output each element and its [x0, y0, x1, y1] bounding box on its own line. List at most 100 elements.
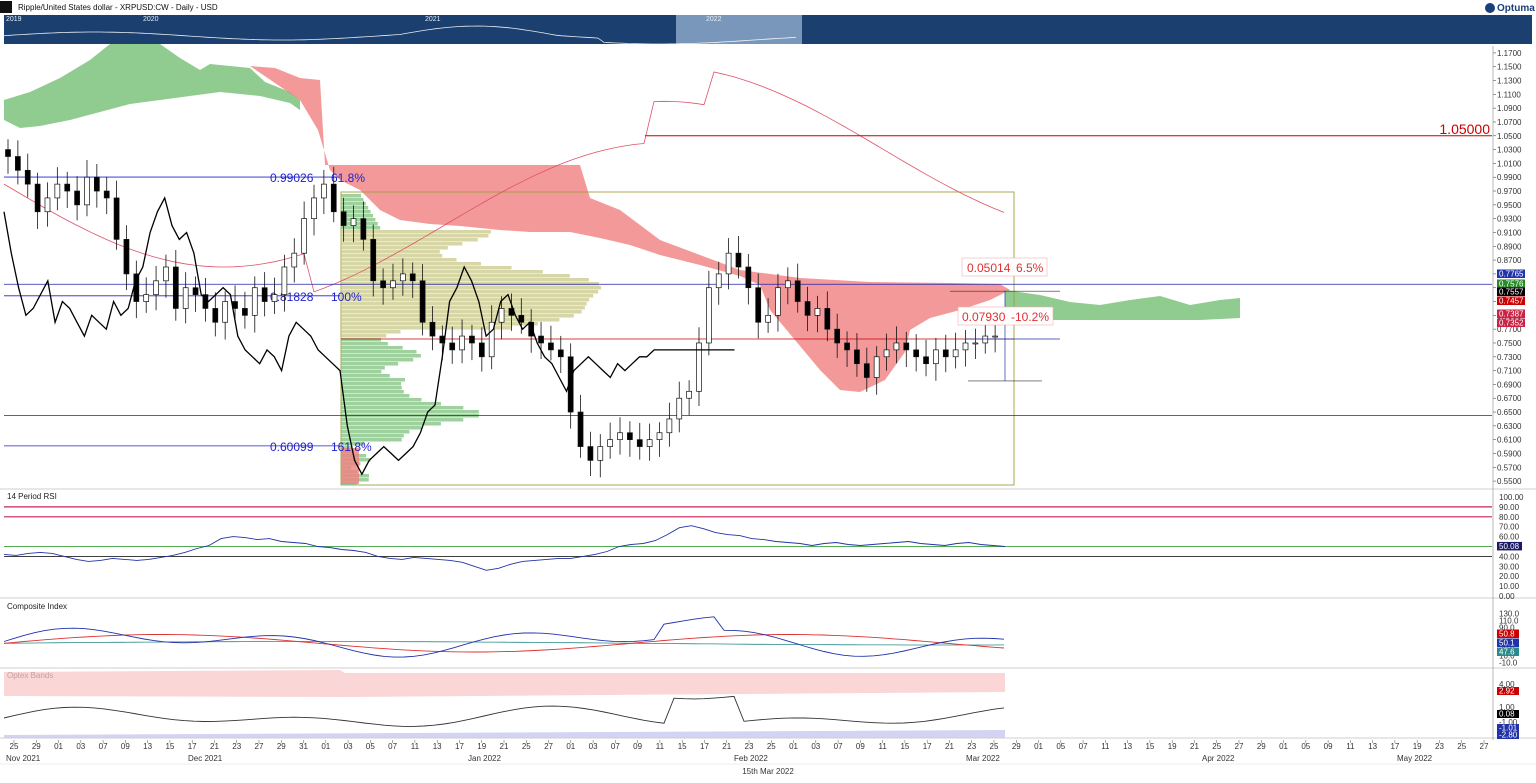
- x-tick-label: 11: [411, 742, 420, 751]
- price-tag-label: 0.7457: [1499, 297, 1524, 306]
- volume-profile-bar: [341, 346, 403, 350]
- navigator-year: 2020: [143, 16, 159, 23]
- x-tick-label: 13: [143, 742, 152, 751]
- volume-profile-bar: [341, 246, 448, 250]
- x-tick-label: 21: [210, 742, 219, 751]
- volume-profile-bar: [341, 198, 364, 202]
- candle: [656, 432, 663, 441]
- candle: [538, 335, 544, 344]
- candle: [172, 266, 179, 309]
- candle: [15, 156, 21, 171]
- x-tick-label: 05: [1301, 742, 1310, 751]
- projection-up-pct: 6.5%: [1016, 261, 1044, 275]
- volume-profile-bar: [341, 378, 406, 382]
- x-tick-label: 17: [1390, 742, 1399, 751]
- optuma-logo-icon: [1485, 3, 1495, 13]
- candle: [804, 301, 811, 316]
- month-label: Nov 2021: [6, 754, 41, 763]
- volume-profile-bar: [341, 386, 402, 390]
- chart-root: Ripple/United States dollar - XRPUSD:CW …: [0, 0, 1536, 783]
- candle: [34, 183, 41, 213]
- volume-profile-bar: [341, 318, 560, 322]
- y-tick-label: 0.9300: [1497, 215, 1522, 224]
- x-tick-label: 29: [1012, 742, 1021, 751]
- x-tick-label: 15: [1145, 742, 1154, 751]
- candle: [350, 218, 357, 226]
- volume-profile-bar: [341, 434, 404, 438]
- x-tick-label: 25: [1212, 742, 1221, 751]
- x-tick-label: 25: [522, 742, 531, 751]
- candle: [44, 197, 51, 213]
- x-tick-label: 07: [834, 742, 843, 751]
- y-tick-label: 0.6500: [1497, 408, 1522, 417]
- projection-down-label: 0.07930: [962, 310, 1006, 324]
- price-tag-label: 0.7387: [1499, 310, 1524, 319]
- y-tick-label: 0.7300: [1497, 353, 1522, 362]
- candle: [449, 342, 456, 351]
- navigator-year: 2019: [6, 16, 22, 23]
- rsi-tick-label: 30.00: [1499, 562, 1520, 571]
- y-tick-label: 0.9100: [1497, 228, 1522, 237]
- chart-canvas[interactable]: Ripple/United States dollar - XRPUSD:CW …: [0, 0, 1536, 783]
- x-tick-label: 23: [745, 742, 754, 751]
- x-tick-label: 21: [1190, 742, 1199, 751]
- volume-profile-bar: [341, 294, 594, 298]
- y-tick-label: 0.6900: [1497, 380, 1522, 389]
- x-tick-label: 27: [1480, 742, 1489, 751]
- volume-profile-bar: [341, 302, 587, 306]
- candle: [360, 218, 367, 240]
- rsi-tick-label: 80.00: [1499, 513, 1520, 522]
- candle: [330, 183, 337, 213]
- y-tick-label: 1.0700: [1497, 118, 1522, 127]
- price-tag-label: 0.7352: [1499, 319, 1524, 328]
- y-tick-label: 0.5500: [1497, 477, 1522, 486]
- x-tick-label: 31: [299, 742, 308, 751]
- y-tick-label: 0.9900: [1497, 173, 1522, 182]
- y-tick-label: 0.9500: [1497, 201, 1522, 210]
- candle: [419, 280, 426, 323]
- projection-up-label: 0.05014: [967, 261, 1011, 275]
- volume-profile-bar: [341, 282, 599, 286]
- y-tick-label: 0.7500: [1497, 339, 1522, 348]
- x-tick-label: 13: [1123, 742, 1132, 751]
- x-tick-label: 01: [1034, 742, 1043, 751]
- x-tick-label: 13: [1368, 742, 1377, 751]
- volume-profile-bar: [341, 242, 463, 246]
- candle: [745, 266, 752, 289]
- x-tick-label: 05: [1056, 742, 1065, 751]
- x-tick-label: 17: [923, 742, 932, 751]
- volume-profile-bar: [341, 418, 464, 422]
- candle: [281, 266, 288, 295]
- x-tick-label: 01: [1279, 742, 1288, 751]
- candle: [251, 287, 258, 316]
- x-tick-label: 27: [1235, 742, 1244, 751]
- candle: [923, 356, 929, 365]
- navigator-window[interactable]: [676, 15, 802, 44]
- rsi-tick-label: 40.00: [1499, 552, 1520, 561]
- y-tick-label: 1.1100: [1497, 90, 1521, 99]
- volume-profile-bar: [341, 410, 479, 414]
- volume-profile-bar: [341, 334, 387, 338]
- rsi-tick-label: 10.00: [1499, 582, 1520, 591]
- y-tick-label: 1.0300: [1497, 146, 1522, 155]
- candle: [676, 397, 683, 420]
- candle: [291, 252, 298, 268]
- candle: [113, 197, 120, 240]
- x-tick-label: 21: [500, 742, 509, 751]
- candle: [74, 190, 80, 206]
- y-tick-label: 0.6100: [1497, 436, 1522, 445]
- x-tick-label: 25: [1457, 742, 1466, 751]
- volume-profile-bar: [341, 202, 366, 206]
- candle: [557, 349, 564, 358]
- x-tick-label: 09: [1324, 742, 1333, 751]
- candle: [182, 287, 189, 309]
- candle: [942, 349, 949, 358]
- volume-profile-bar: [341, 338, 382, 342]
- rsi-title: 14 Period RSI: [7, 492, 57, 501]
- candle: [597, 446, 604, 461]
- x-tick-label: 01: [789, 742, 798, 751]
- x-tick-label: 09: [633, 742, 642, 751]
- volume-profile-bar: [341, 222, 378, 226]
- rsi-tick-label: 20.00: [1499, 572, 1520, 581]
- candle: [271, 294, 278, 302]
